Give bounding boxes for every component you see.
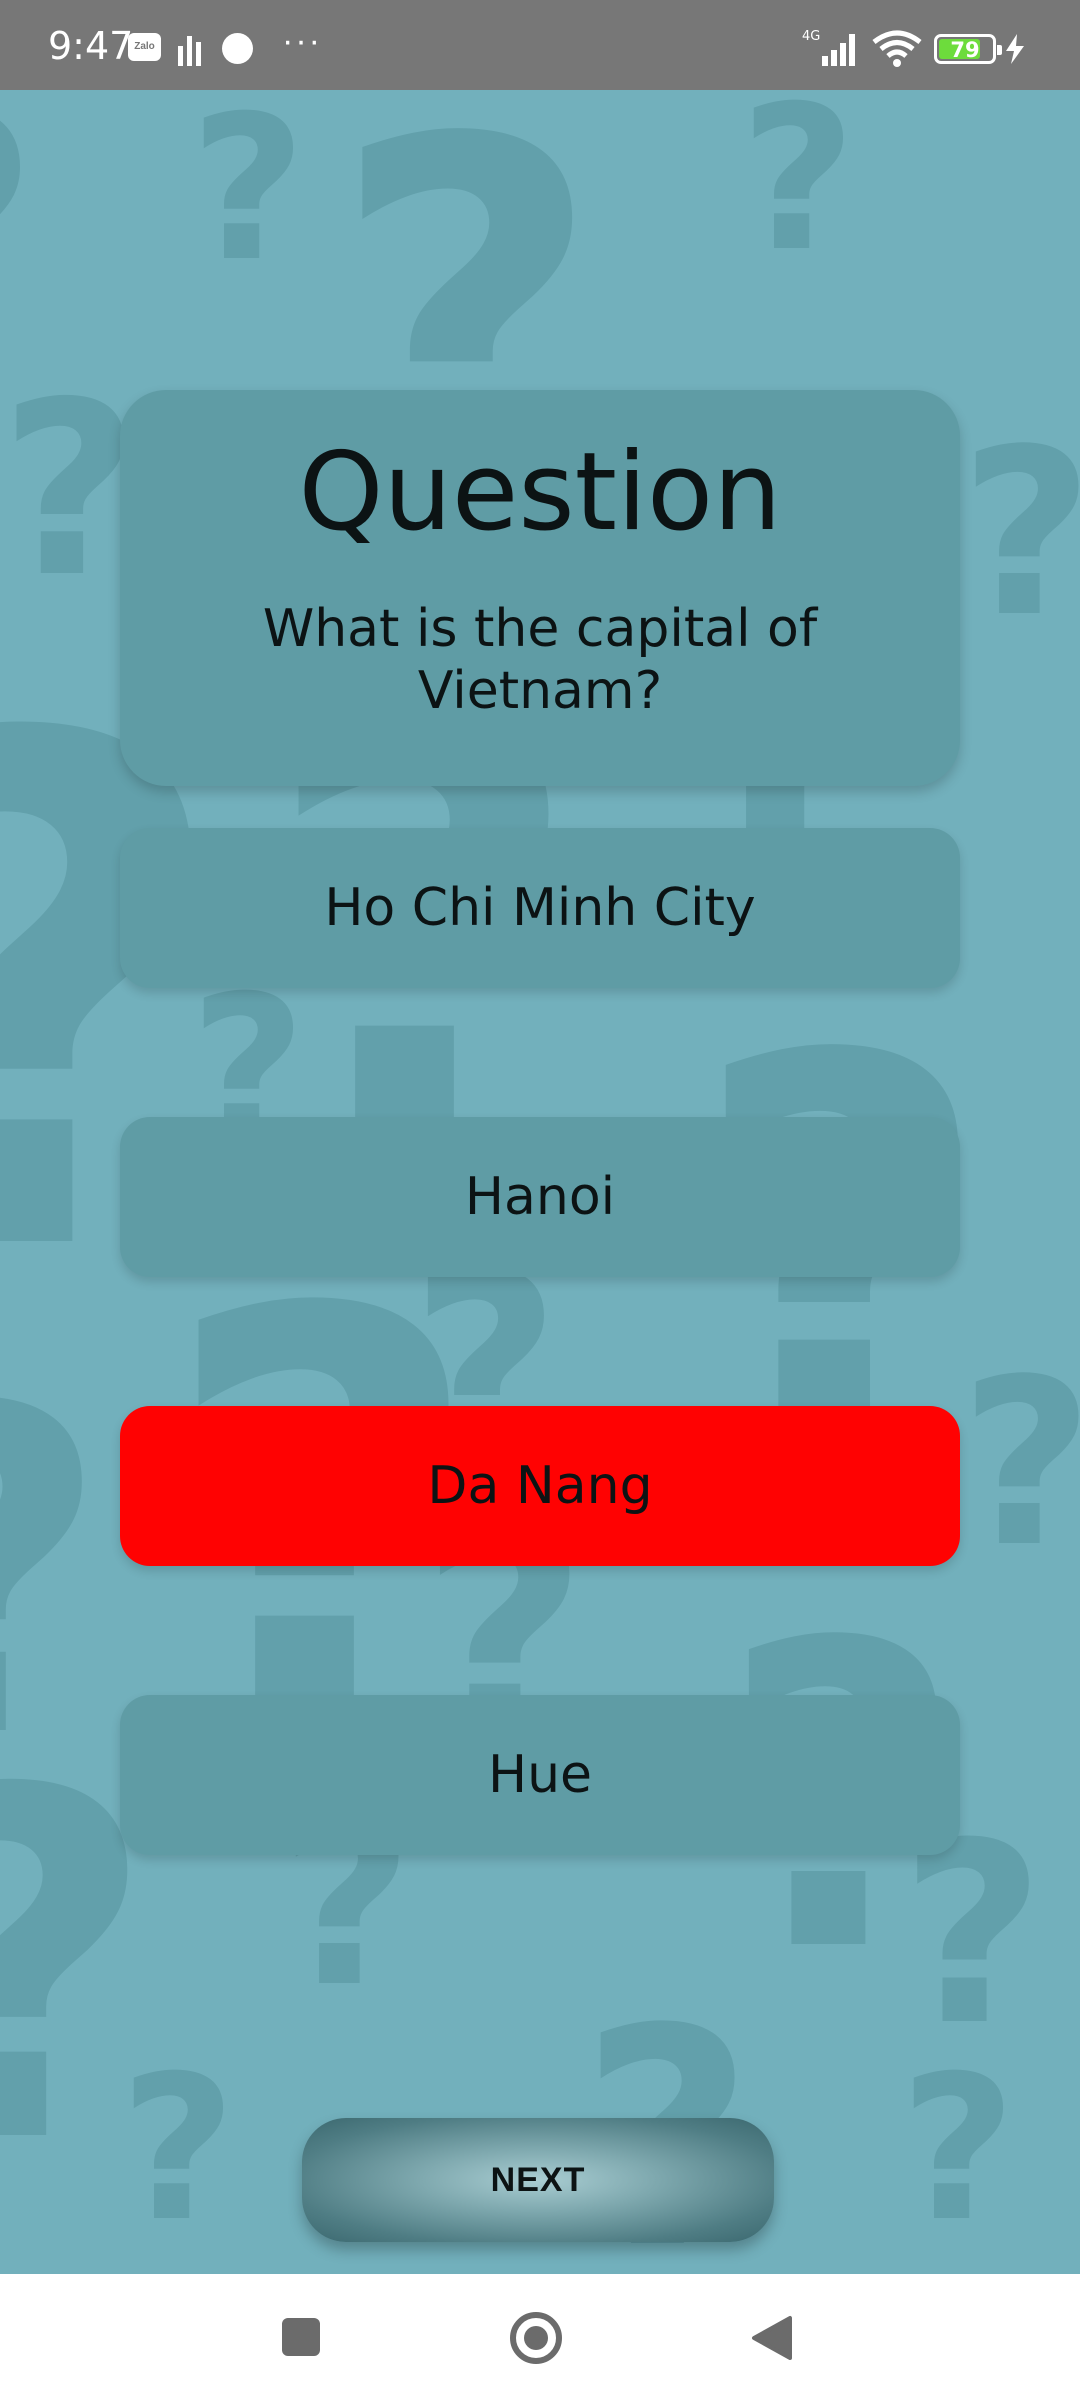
answer-option-1[interactable]: Ho Chi Minh City [120,828,960,988]
battery-cap [997,45,1002,55]
status-bar: 9:47 Zalo ··· 4G 79 [0,0,1080,90]
network-label: 4G [802,29,820,44]
background-question-mark-icon: ? [900,2033,1017,2266]
background-question-mark-icon: ? [960,420,1080,650]
home-icon-inner [524,2326,548,2350]
question-card: Question What is the capital of Vietnam? [120,390,960,786]
next-button[interactable]: NEXT [302,2118,774,2242]
wifi-icon [872,30,922,67]
background-question-mark-icon: ? [740,90,857,296]
quiz-screen: ? ? ? ? ? ? ? ? ? ? ? ? ? ? ? ? ? ? ? ? … [0,90,1080,2274]
background-question-mark-icon: ? [960,1350,1080,1580]
background-question-mark-icon: ? [0,350,140,630]
question-text: What is the capital of Vietnam? [262,599,818,721]
answer-option-4[interactable]: Hue [120,1695,960,1855]
background-question-mark-icon: ? [190,90,307,306]
signal-icon: 4G [802,29,855,66]
more-icon: ··· [282,22,322,60]
question-title: Question [298,430,782,555]
dot-icon [222,33,253,64]
navigation-bar [0,2274,1080,2400]
back-icon[interactable] [750,2314,794,2362]
answer-option-2[interactable]: Hanoi [120,1117,960,1277]
recents-icon[interactable] [282,2318,320,2356]
zalo-icon: Zalo [128,33,161,61]
bars-icon [178,36,201,66]
battery-icon: 79 [934,34,1002,64]
status-time: 9:47 [48,24,134,68]
home-icon[interactable] [510,2312,562,2364]
battery-percent: 79 [950,38,980,62]
charge-icon [1006,34,1024,64]
answer-option-3[interactable]: Da Nang [120,1406,960,1566]
background-question-mark-icon: ? [120,2033,237,2266]
